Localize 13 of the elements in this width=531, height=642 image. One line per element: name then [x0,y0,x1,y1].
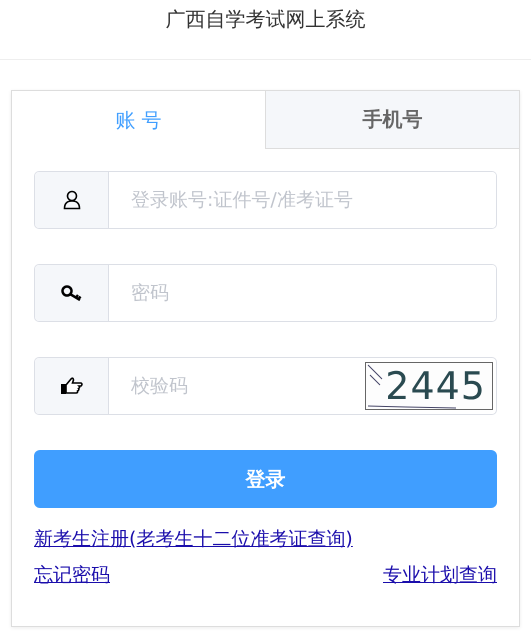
pointing-hand-icon [60,376,84,396]
captcha-text: 2445 [385,364,486,408]
password-field[interactable]: 密码 [34,264,497,322]
captcha-image[interactable]: 2445 [365,362,493,410]
link[interactable]: 新考生注册(老考生十二位准考证查询) [34,526,497,552]
account-field[interactable]: 登录账号:证件号/准考证号 [34,171,497,229]
user-icon [62,190,80,210]
captcha-field[interactable]: 校验码 2445 [34,357,497,415]
page-title: 广西自学考试网上系统 [166,6,366,33]
link[interactable]: 专业计划查询 [383,562,497,588]
link[interactable]: 忘记密码 [34,562,110,588]
key-icon [60,284,82,302]
tab[interactable]: 手机号 [265,91,519,149]
